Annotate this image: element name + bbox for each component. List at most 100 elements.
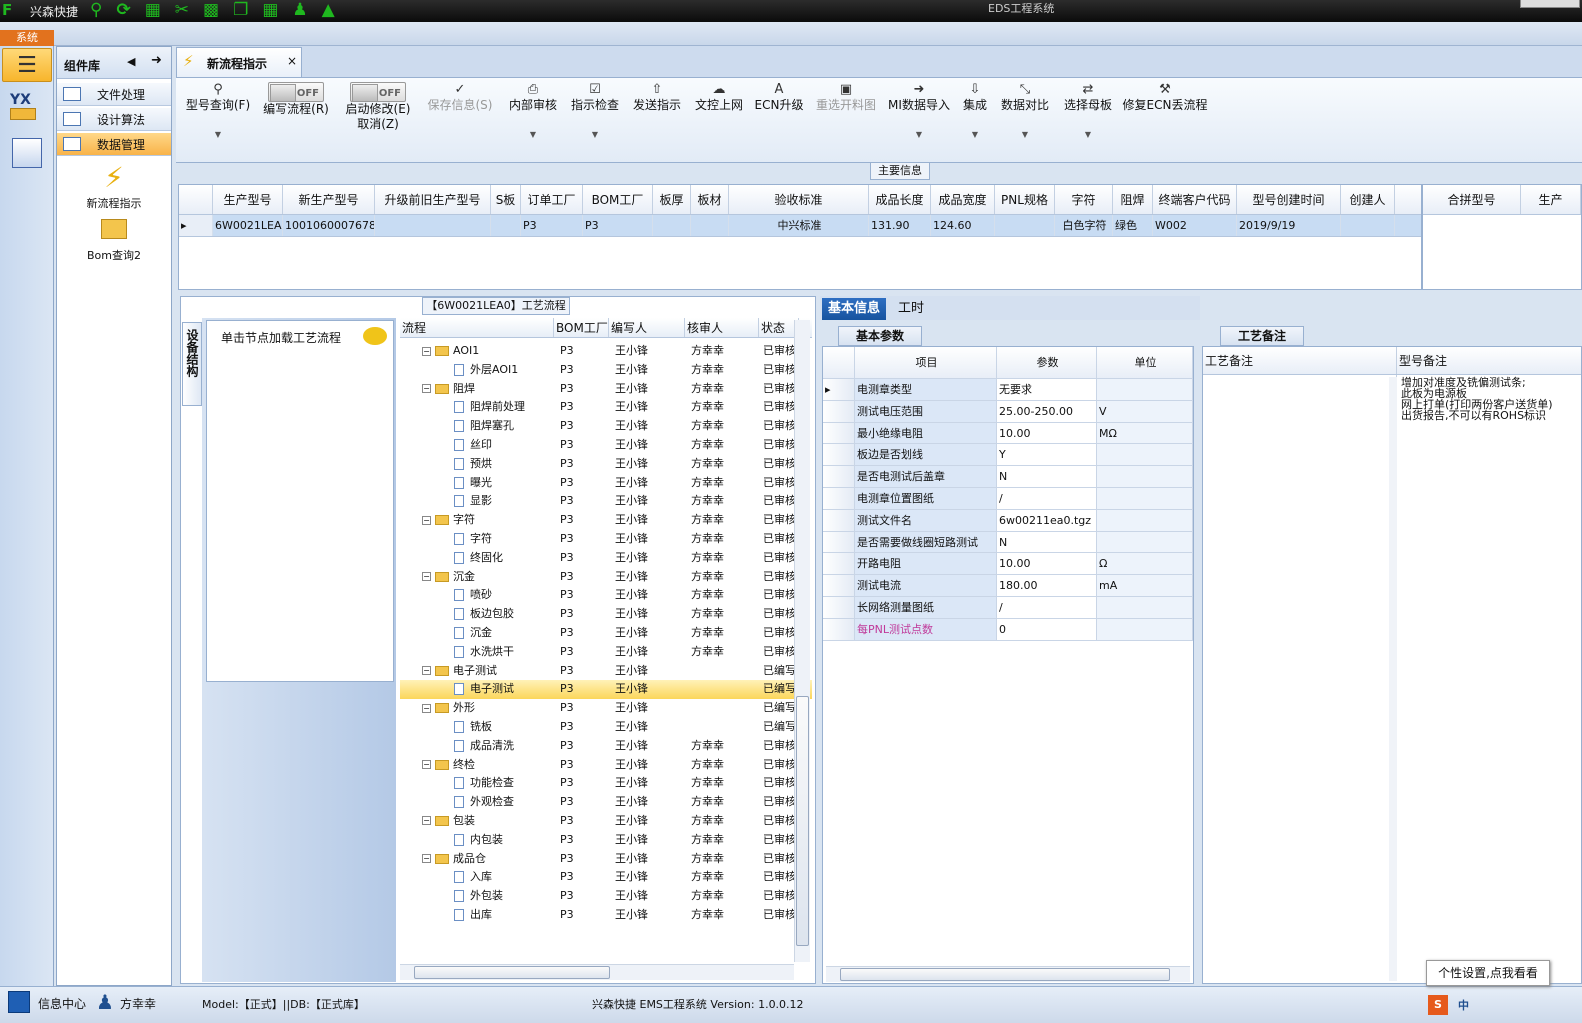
- quick-bom-query[interactable]: Bom查询2: [57, 219, 171, 263]
- tree-row[interactable]: 外层AOI1 P3 王小锋 方幸幸 已审核: [400, 361, 812, 380]
- data-compare-button[interactable]: ⤡ 数据对比 ▼: [998, 82, 1052, 142]
- tree-row[interactable]: 字符 P3 王小锋 方幸幸 已审核: [400, 530, 812, 549]
- param-row[interactable]: 测试文件名 6w00211ea0.tgz: [823, 509, 1193, 532]
- integrate-button[interactable]: ⇩ 集成 ▼: [958, 82, 992, 142]
- tree-row[interactable]: 沉金 P3 王小锋 方幸幸 已审核: [400, 624, 812, 643]
- tab-new-process[interactable]: ⚡ 新流程指示 ×: [176, 47, 302, 77]
- table-cell[interactable]: 2019/9/19: [1237, 215, 1341, 236]
- column-header[interactable]: 工艺备注: [1203, 347, 1397, 374]
- collapse-toggle-icon[interactable]: −: [422, 515, 431, 525]
- tree-node[interactable]: − 终检: [400, 756, 554, 775]
- tree-row[interactable]: 功能检查 P3 王小锋 方幸幸 已审核: [400, 774, 812, 793]
- tree-row[interactable]: − 外形 P3 王小锋 已编写: [400, 699, 812, 718]
- param-row[interactable]: 开路电阻 10.00 Ω: [823, 553, 1193, 576]
- close-icon[interactable]: ×: [287, 54, 297, 68]
- send-instruction-button[interactable]: ⇧ 发送指示: [628, 82, 686, 113]
- tree-node[interactable]: − 字符: [400, 511, 554, 530]
- collapse-toggle-icon[interactable]: −: [422, 346, 431, 356]
- tree-node[interactable]: − 外形: [400, 699, 554, 718]
- param-value[interactable]: N: [997, 531, 1097, 553]
- tree-node[interactable]: 阻焊前处理: [400, 398, 554, 417]
- column-header[interactable]: PNL规格: [995, 185, 1055, 214]
- tree-node[interactable]: 功能检查: [400, 774, 554, 793]
- tree-row[interactable]: − 成品仓 P3 王小锋 方幸幸 已审核: [400, 850, 812, 869]
- tree-node[interactable]: 外包装: [400, 887, 554, 906]
- start-modify-toggle[interactable]: OFF 启动修改(E) 取消(Z): [340, 82, 416, 132]
- table-cell[interactable]: P3: [521, 215, 583, 236]
- toggle-switch[interactable]: OFF: [350, 82, 406, 102]
- column-header[interactable]: 终端客户代码: [1153, 185, 1237, 214]
- menu-button[interactable]: ☰: [2, 48, 52, 82]
- calculator-icon[interactable]: ▦: [145, 0, 161, 22]
- column-header[interactable]: 板厚: [653, 185, 691, 214]
- collapse-left-icon[interactable]: ◀: [127, 55, 135, 68]
- collapse-toggle-icon[interactable]: −: [422, 816, 431, 826]
- tree-row[interactable]: 喷砂 P3 王小锋 方幸幸 已审核: [400, 586, 812, 605]
- search-icon[interactable]: ⚲: [90, 0, 102, 22]
- column-header[interactable]: 成品宽度: [931, 185, 995, 214]
- dropdown-arrow-icon[interactable]: ▼: [504, 127, 562, 142]
- param-row[interactable]: ▸ 电测章类型 无要求: [823, 379, 1193, 401]
- tree-node[interactable]: 板边包胶: [400, 605, 554, 624]
- tree-node[interactable]: 铣板: [400, 718, 554, 737]
- grid-icon[interactable]: ▦: [262, 0, 278, 22]
- column-header[interactable]: 生产型号: [213, 185, 283, 214]
- save-info-button[interactable]: ✓ 保存信息(S): [424, 82, 496, 113]
- tree-vertical-scrollbar[interactable]: [794, 320, 810, 962]
- copy-icon[interactable]: ❐: [233, 0, 248, 22]
- tree-node[interactable]: − AOI1: [400, 342, 554, 361]
- column-header[interactable]: 字符: [1055, 185, 1113, 214]
- param-row[interactable]: 每PNL测试点数 0: [823, 618, 1193, 641]
- params-horizontal-scrollbar[interactable]: [826, 966, 1190, 982]
- instruction-check-button[interactable]: ☑ 指示检查 ▼: [566, 82, 624, 142]
- scroll-thumb[interactable]: [414, 966, 610, 979]
- tree-node[interactable]: 喷砂: [400, 586, 554, 605]
- column-header[interactable]: 单位: [1097, 347, 1193, 378]
- table-cell[interactable]: 中兴标准: [729, 215, 869, 236]
- param-row[interactable]: 长网络测量图纸 /: [823, 596, 1193, 619]
- param-row[interactable]: 板边是否划线 Y: [823, 444, 1193, 467]
- tree-node[interactable]: 显影: [400, 492, 554, 511]
- column-header[interactable]: 创建人: [1341, 185, 1395, 214]
- nav-item-data-management[interactable]: 数据管理: [57, 133, 171, 156]
- speech-bubble-icon[interactable]: [363, 327, 387, 345]
- fix-ecn-button[interactable]: ⚒ 修复ECN丢流程: [1122, 82, 1208, 113]
- scroll-thumb[interactable]: [840, 968, 1170, 981]
- model-query-button[interactable]: ⚲ 型号查询(F) ▼: [182, 82, 254, 142]
- param-value[interactable]: Y: [997, 444, 1097, 466]
- settings-panel-icon[interactable]: [12, 138, 42, 168]
- collapse-toggle-icon[interactable]: −: [422, 384, 431, 394]
- personalization-tooltip[interactable]: 个性设置,点我看看: [1426, 960, 1550, 986]
- param-row[interactable]: 是否需要做线圈短路测试 N: [823, 531, 1193, 554]
- column-header[interactable]: BOM工厂: [583, 185, 653, 214]
- pin-icon[interactable]: ➜: [151, 53, 162, 68]
- tree-row[interactable]: − AOI1 P3 王小锋 方幸幸 已审核: [400, 342, 812, 361]
- user-icon[interactable]: ♟: [292, 0, 307, 22]
- tree-row[interactable]: 成品清洗 P3 王小锋 方幸幸 已审核: [400, 737, 812, 756]
- tree-node[interactable]: 阻焊塞孔: [400, 417, 554, 436]
- tree-node[interactable]: 电子测试: [400, 680, 554, 699]
- dropdown-arrow-icon[interactable]: ▼: [1060, 127, 1116, 142]
- table-cell[interactable]: P3: [583, 215, 653, 236]
- tree-row[interactable]: − 终检 P3 王小锋 方幸幸 已审核: [400, 756, 812, 775]
- tree-node[interactable]: 终固化: [400, 549, 554, 568]
- tree-node[interactable]: − 包装: [400, 812, 554, 831]
- column-header[interactable]: BOM工厂: [554, 318, 609, 337]
- param-row[interactable]: 测试电流 180.00 mA: [823, 575, 1193, 597]
- column-header[interactable]: 新生产型号: [283, 185, 375, 214]
- nav-item-file-processing[interactable]: 文件处理: [57, 83, 171, 106]
- tree-node[interactable]: 入库: [400, 868, 554, 887]
- column-header[interactable]: 升级前旧生产型号: [375, 185, 491, 214]
- param-value[interactable]: 10.00: [997, 422, 1097, 444]
- collapse-toggle-icon[interactable]: −: [422, 703, 431, 713]
- table-cell[interactable]: 131.90: [869, 215, 931, 236]
- dropdown-arrow-icon[interactable]: ▼: [566, 127, 624, 142]
- scroll-thumb[interactable]: [796, 696, 809, 946]
- tree-row[interactable]: 阻焊塞孔 P3 王小锋 方幸幸 已审核: [400, 417, 812, 436]
- table-cell[interactable]: [1341, 215, 1395, 236]
- tree-row[interactable]: 曝光 P3 王小锋 方幸幸 已审核: [400, 474, 812, 493]
- internal-review-button[interactable]: ⎙ 内部审核 ▼: [504, 82, 562, 142]
- tree-node[interactable]: 内包装: [400, 831, 554, 850]
- process-notes-field[interactable]: [1203, 375, 1397, 981]
- table-cell[interactable]: [995, 215, 1055, 236]
